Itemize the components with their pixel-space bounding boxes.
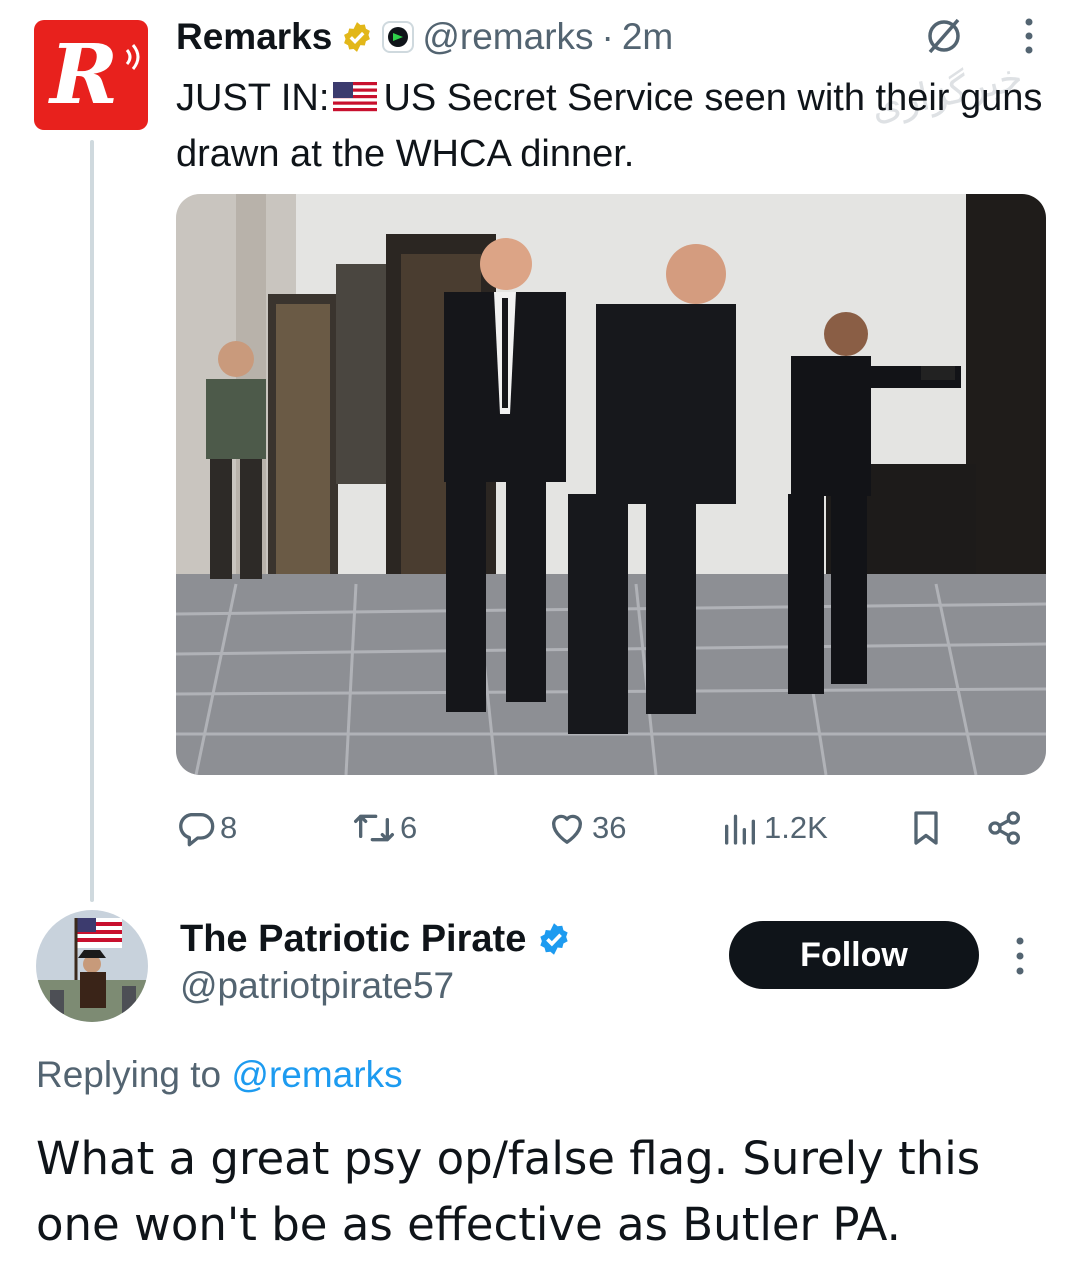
affiliate-badge-icon	[382, 21, 415, 53]
reply-count: 8	[220, 810, 238, 845]
tweet-photo[interactable]	[176, 194, 1046, 775]
tweet-header: Remarks @remarks · 2m	[176, 16, 673, 58]
share-icon	[988, 811, 1020, 845]
reply-text: What a great psy op/false flag. Surely t…	[36, 1132, 981, 1251]
grok-icon[interactable]	[922, 14, 966, 58]
like-count: 36	[592, 810, 627, 845]
repost-count: 6	[400, 810, 418, 845]
reply-icon	[179, 813, 215, 847]
pirate-avatar[interactable]	[36, 910, 148, 1022]
repost-action[interactable]: 6	[352, 800, 417, 856]
tweet-text: JUST IN: US Secret Service seen with the…	[176, 70, 1056, 182]
remarks-logo: R	[50, 27, 119, 123]
heart-icon	[552, 814, 582, 844]
reply-action[interactable]: 8	[176, 800, 237, 856]
author-handle[interactable]: @remarks	[422, 16, 593, 58]
gold-verified-badge-icon	[344, 22, 371, 52]
tweet-text-lead: JUST IN:	[176, 77, 330, 119]
replying-to: Replying to @remarks	[36, 1054, 403, 1096]
reply-author-row: The Patriotic Pirate	[180, 914, 572, 964]
tweet-top-actions	[922, 14, 1034, 58]
dot-separator: ·	[601, 16, 614, 57]
replying-to-label: Replying to	[36, 1054, 222, 1095]
repost-icon	[353, 814, 394, 842]
broadcast-waves-icon	[125, 44, 140, 70]
pirate-avatar-image	[36, 910, 148, 1022]
tweet-action-bar: 8 6 36 1.2K	[176, 800, 1036, 856]
replying-to-mention[interactable]: @remarks	[231, 1054, 402, 1095]
remarks-avatar[interactable]: R	[34, 20, 148, 130]
views-action[interactable]: 1.2K	[720, 800, 828, 856]
more-vertical-icon[interactable]	[1024, 17, 1034, 55]
reply-author-name[interactable]: The Patriotic Pirate	[180, 918, 526, 961]
author-name[interactable]: Remarks	[176, 16, 332, 58]
bookmark-action[interactable]	[906, 800, 946, 856]
blue-verified-badge-icon	[540, 923, 568, 955]
share-action[interactable]	[984, 800, 1026, 856]
bookmark-icon	[914, 811, 938, 845]
secret-service-photo	[176, 194, 1046, 775]
follow-button[interactable]: Follow	[729, 921, 979, 989]
reply-author-handle[interactable]: @patriotpirate57	[180, 965, 454, 1007]
views-chart-icon	[725, 814, 755, 845]
us-flag-emoji-icon	[333, 81, 378, 112]
like-action[interactable]: 36	[546, 800, 626, 856]
tweet-timestamp[interactable]: 2m	[622, 16, 673, 58]
thread-connector-line	[90, 140, 94, 902]
more-vertical-icon[interactable]	[1014, 936, 1026, 976]
views-count: 1.2K	[764, 810, 828, 845]
